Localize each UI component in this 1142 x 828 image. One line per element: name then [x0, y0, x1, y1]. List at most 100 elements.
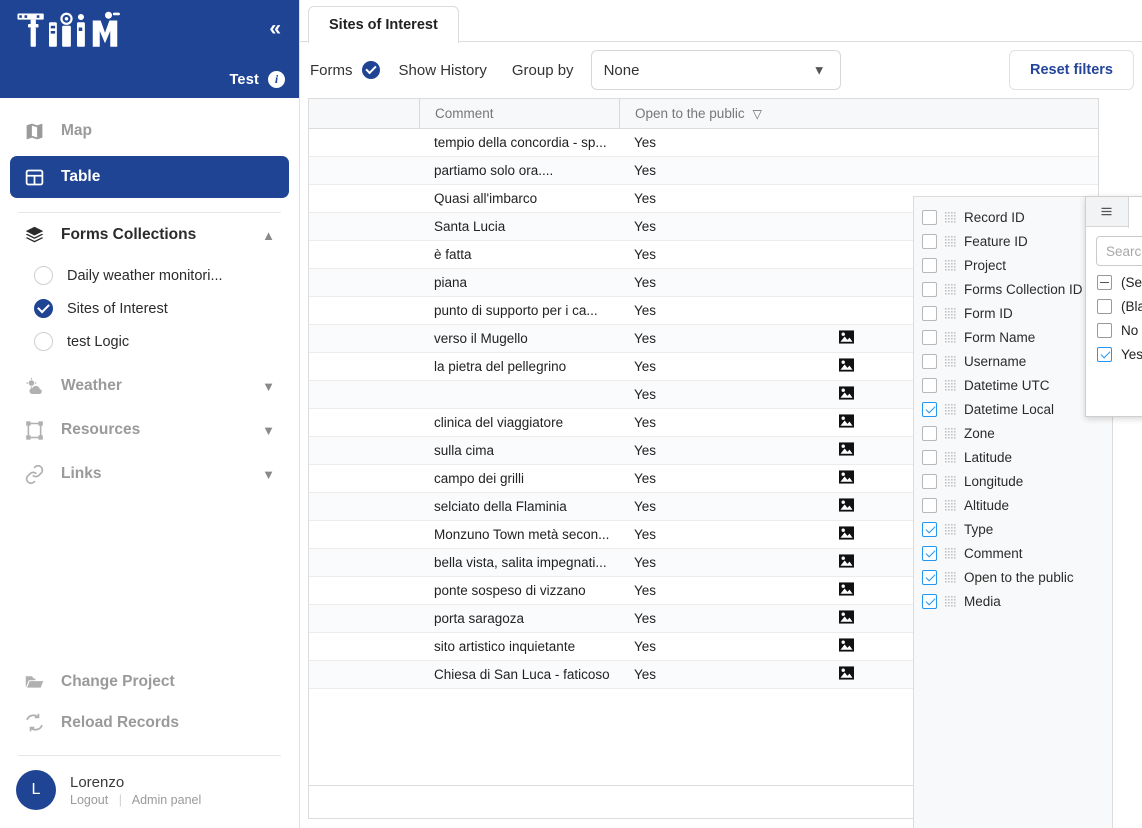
column-visibility-checkbox[interactable]: [922, 449, 937, 465]
filter-value-label: (Blanks): [1121, 298, 1142, 314]
column-toggle-row[interactable]: Altitude: [914, 493, 1112, 517]
sidebar-item-map[interactable]: Map: [10, 110, 289, 152]
column-toggle-row[interactable]: Feature ID: [914, 229, 1112, 253]
column-filter-popup[interactable]: (Select All) (Blanks) No Yes: [1085, 196, 1142, 417]
cell-open-to-the-public: Yes: [634, 583, 657, 598]
cell-comment: Monzuno Town metà secon...: [434, 527, 610, 542]
tab-sites-of-interest[interactable]: Sites of Interest: [308, 6, 459, 43]
column-visibility-checkbox[interactable]: [922, 329, 937, 345]
section-links[interactable]: Links ▼: [0, 452, 299, 496]
reset-filters-button[interactable]: Reset filters: [1008, 50, 1134, 90]
column-toggle-row[interactable]: Datetime Local: [914, 397, 1112, 421]
column-visibility-checkbox[interactable]: [922, 521, 937, 537]
reload-records-label: Reload Records: [61, 713, 180, 731]
avatar[interactable]: L: [16, 770, 56, 810]
popup-search-wrap: [1086, 227, 1142, 270]
columns-panel[interactable]: Record ID Feature ID Project Forms Collecti…: [913, 196, 1113, 828]
radio-unchecked-icon[interactable]: [34, 266, 53, 285]
column-toggle-row[interactable]: Datetime UTC: [914, 373, 1112, 397]
radio-checked-icon[interactable]: [34, 299, 53, 318]
column-toggle-row[interactable]: Media: [914, 589, 1112, 613]
filter-value-checkbox[interactable]: [1097, 298, 1112, 314]
collection-item-test-logic[interactable]: test Logic: [0, 325, 299, 358]
column-visibility-checkbox[interactable]: [922, 353, 937, 369]
reload-records-button[interactable]: Reload Records: [0, 702, 299, 743]
column-visibility-checkbox[interactable]: [922, 401, 937, 417]
column-visibility-checkbox[interactable]: [922, 305, 937, 321]
section-resources[interactable]: Resources ▼: [0, 408, 299, 452]
media-image-icon: [839, 554, 854, 568]
filter-value-checkbox[interactable]: [1097, 346, 1112, 362]
cell-open-to-the-public: Yes: [634, 163, 657, 178]
media-image-icon: [839, 498, 854, 512]
chevron-down-icon[interactable]: ▼: [262, 467, 275, 482]
column-visibility-checkbox[interactable]: [922, 257, 937, 273]
column-visibility-checkbox[interactable]: [922, 593, 937, 609]
cell-open-to-the-public: Yes: [634, 443, 657, 458]
drag-handle-icon: [945, 475, 956, 487]
column-visibility-checkbox[interactable]: [922, 545, 937, 561]
link-icon: [24, 464, 45, 485]
sidebar-item-table[interactable]: Table: [10, 156, 289, 198]
collections-list: Daily weather monitori... Sites of Inter…: [0, 257, 299, 364]
chevron-down-icon[interactable]: ▼: [262, 379, 275, 394]
column-visibility-checkbox[interactable]: [922, 497, 937, 513]
filter-value-item[interactable]: (Select All): [1086, 270, 1142, 294]
column-toggle-row[interactable]: Zone: [914, 421, 1112, 445]
chevron-down-icon[interactable]: ▼: [262, 423, 275, 438]
column-visibility-checkbox[interactable]: [922, 425, 937, 441]
logout-link[interactable]: Logout: [70, 793, 108, 807]
column-visibility-checkbox[interactable]: [922, 209, 937, 225]
column-toggle-row[interactable]: Longitude: [914, 469, 1112, 493]
cell-open-to-the-public: Yes: [634, 527, 657, 542]
column-toggle-row[interactable]: Comment: [914, 541, 1112, 565]
table-row[interactable]: tempio della concordia - sp... Yes: [309, 129, 1098, 157]
column-visibility-checkbox[interactable]: [922, 281, 937, 297]
column-toggle-row[interactable]: Form Name: [914, 325, 1112, 349]
forms-checkbox[interactable]: [361, 61, 380, 79]
popup-tab-filter[interactable]: [1128, 197, 1142, 228]
change-project-button[interactable]: Change Project: [0, 661, 299, 702]
chevron-up-icon[interactable]: ▲: [262, 228, 275, 243]
filter-value-checkbox[interactable]: [1097, 274, 1112, 290]
popup-tab-bar: [1086, 197, 1142, 228]
column-toggle-row[interactable]: Form ID: [914, 301, 1112, 325]
column-toggle-row[interactable]: Latitude: [914, 445, 1112, 469]
column-visibility-checkbox[interactable]: [922, 569, 937, 585]
filter-value-item[interactable]: Yes: [1086, 342, 1142, 366]
column-visibility-checkbox[interactable]: [922, 473, 937, 489]
filter-value-checkbox[interactable]: [1097, 322, 1112, 338]
column-toggle-row[interactable]: Record ID: [914, 205, 1112, 229]
collection-item-sites-of-interest[interactable]: Sites of Interest: [0, 292, 299, 325]
admin-panel-link[interactable]: Admin panel: [132, 793, 202, 807]
group-by-select[interactable]: None ▼: [590, 50, 841, 90]
resources-icon: [24, 420, 45, 441]
cell-comment: sulla cima: [434, 443, 495, 458]
show-history-button[interactable]: Show History: [399, 62, 487, 79]
filter-search-input[interactable]: [1096, 236, 1142, 266]
section-forms-collections[interactable]: Forms Collections ▲: [0, 213, 299, 257]
column-toggle-row[interactable]: Project: [914, 253, 1112, 277]
filter-value-item[interactable]: No: [1086, 318, 1142, 342]
info-icon[interactable]: i: [268, 71, 285, 88]
section-weather[interactable]: Weather ▼: [0, 364, 299, 408]
collection-item-daily-weather[interactable]: Daily weather monitori...: [0, 259, 299, 292]
column-label: Project: [964, 257, 1007, 273]
grid-header-type[interactable]: [309, 99, 419, 128]
grid-header-comment[interactable]: Comment: [419, 99, 619, 128]
grid-header-open-to-the-public[interactable]: Open to the public ▽: [619, 99, 824, 128]
column-visibility-checkbox[interactable]: [922, 377, 937, 393]
column-label: Record ID: [964, 209, 1025, 225]
popup-tab-menu[interactable]: [1086, 197, 1128, 226]
column-toggle-row[interactable]: Username: [914, 349, 1112, 373]
table-row[interactable]: partiamo solo ora.... Yes: [309, 157, 1098, 185]
radio-unchecked-icon[interactable]: [34, 332, 53, 351]
column-toggle-row[interactable]: Open to the public: [914, 565, 1112, 589]
column-visibility-checkbox[interactable]: [922, 233, 937, 249]
column-toggle-row[interactable]: Forms Collection ID: [914, 277, 1112, 301]
filter-icon[interactable]: ▽: [753, 107, 762, 121]
grid-header-media[interactable]: [824, 99, 1098, 128]
column-toggle-row[interactable]: Type: [914, 517, 1112, 541]
filter-value-item[interactable]: (Blanks): [1086, 294, 1142, 318]
collapse-sidebar-button[interactable]: «: [269, 18, 281, 39]
